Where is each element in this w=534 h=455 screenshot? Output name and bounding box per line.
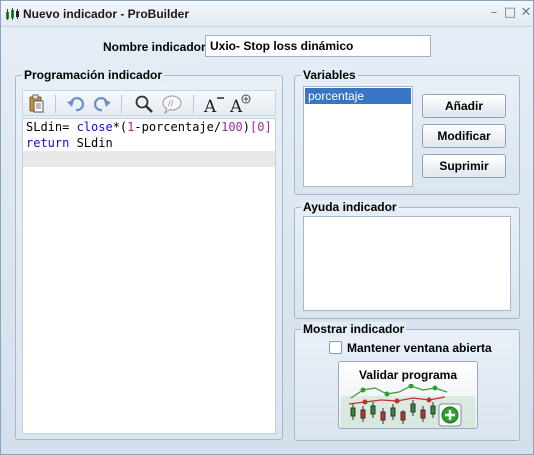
modify-variable-button[interactable]: Modificar: [422, 124, 506, 148]
decrease-font-icon[interactable]: A: [203, 93, 225, 115]
indicator-name-row: Nombre indicador: [1, 35, 533, 59]
variables-list[interactable]: porcentaje: [303, 86, 413, 187]
svg-text:A: A: [229, 97, 243, 115]
code-line-current: [23, 151, 275, 167]
code-line: return SLdin: [26, 136, 113, 150]
help-panel: Ayuda indicador: [294, 200, 520, 319]
show-indicator-legend: Mostrar indicador: [301, 322, 407, 336]
variable-item[interactable]: porcentaje: [305, 88, 411, 104]
window-title: Nuevo indicador - ProBuilder: [23, 7, 190, 21]
keep-open-checkbox[interactable]: [329, 341, 342, 354]
title-bar[interactable]: Nuevo indicador - ProBuilder – □ ✕: [1, 1, 533, 27]
validate-program-button[interactable]: Validar programa: [338, 361, 478, 429]
validate-program-label: Validar programa: [358, 368, 458, 382]
increase-font-icon[interactable]: A: [229, 93, 251, 115]
indicator-name-input[interactable]: [205, 35, 431, 57]
show-indicator-panel: Mostrar indicador Mantener ventana abier…: [294, 322, 520, 441]
maximize-icon[interactable]: □: [503, 6, 517, 20]
chart-preview-icon: [341, 384, 475, 428]
code-editor[interactable]: SLdin= close*(1-porcentaje/100)[0] retur…: [22, 118, 276, 434]
variables-legend: Variables: [301, 68, 358, 82]
comment-icon[interactable]: //: [161, 93, 183, 115]
minimize-icon[interactable]: –: [487, 6, 501, 20]
probuilder-app-icon: [6, 8, 19, 20]
programming-legend: Programación indicador: [22, 68, 165, 82]
programming-panel: Programación indicador // A A SLdin= clo…: [15, 68, 283, 440]
svg-text:A: A: [203, 97, 217, 115]
svg-text://: //: [168, 99, 174, 108]
undo-icon[interactable]: [65, 93, 87, 115]
delete-variable-button[interactable]: Suprimir: [422, 154, 506, 178]
help-legend: Ayuda indicador: [301, 200, 399, 214]
keep-open-label: Mantener ventana abierta: [347, 341, 492, 355]
variables-panel: Variables porcentaje Añadir Modificar Su…: [294, 68, 520, 195]
editor-toolbar: // A A: [22, 90, 276, 116]
redo-icon[interactable]: [91, 93, 113, 115]
code-line: SLdin= close*(1-porcentaje/100)[0]: [26, 120, 272, 134]
add-variable-button[interactable]: Añadir: [422, 94, 506, 118]
help-text-area[interactable]: [303, 216, 511, 311]
close-icon[interactable]: ✕: [519, 6, 533, 20]
paste-icon[interactable]: [25, 93, 47, 115]
search-icon[interactable]: [133, 93, 155, 115]
window: Nuevo indicador - ProBuilder – □ ✕ Nombr…: [0, 0, 534, 455]
indicator-name-label: Nombre indicador: [103, 40, 206, 54]
